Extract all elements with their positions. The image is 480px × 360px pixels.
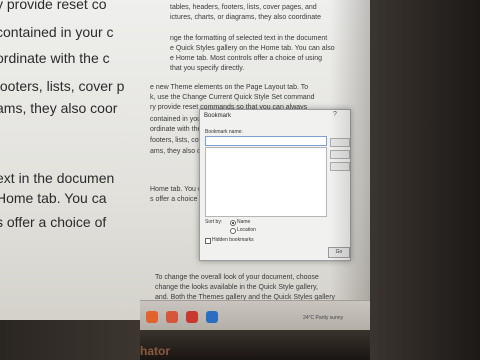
doc-small-line: To change the overall look of your docum… xyxy=(155,274,319,281)
sort-name-radio[interactable] xyxy=(230,220,236,226)
doc-text-line: ext in the documen xyxy=(0,170,115,186)
sort-name-label: Name xyxy=(237,219,251,225)
shadow-overlay xyxy=(330,0,370,320)
laptop-bezel xyxy=(140,330,370,360)
sort-location-radio[interactable] xyxy=(230,228,236,234)
hidden-bookmarks-checkbox[interactable] xyxy=(205,238,211,244)
doc-small-line: ictures, charts, or diagrams, they also … xyxy=(170,14,321,21)
hidden-bookmarks-label: Hidden bookmarks xyxy=(212,237,254,243)
doc-small-line: that you specify directly. xyxy=(170,65,245,72)
doc-small-line: e Quick Styles gallery on the Home tab. … xyxy=(170,45,335,52)
word-icon[interactable] xyxy=(206,311,218,323)
photo-frame: y provide reset co contained in your c o… xyxy=(0,0,480,360)
doc-text-line: footers, lists, cover p xyxy=(0,78,125,94)
doc-text-line: Home tab. You ca xyxy=(0,190,107,206)
taskbar: 24°C Partly sunny xyxy=(140,300,370,331)
doc-small-line: e Home tab. Most controls offer a choice… xyxy=(170,55,323,62)
doc-text-line: contained in your c xyxy=(0,24,114,40)
doc-small-line: change the looks available in the Quick … xyxy=(155,284,318,291)
bookmark-dialog: Bookmark ? Bookmark name: Sort by: Name … xyxy=(199,109,351,261)
bookmark-list[interactable] xyxy=(205,147,327,217)
sort-location-label: Location xyxy=(237,227,256,233)
sort-by-label: Sort by: xyxy=(205,219,223,225)
bookmark-name-label: Bookmark name: xyxy=(205,129,243,135)
bookmark-name-input[interactable] xyxy=(205,136,327,146)
doc-text-line: y provide reset co xyxy=(0,0,107,12)
brand-logo: hator xyxy=(140,344,170,358)
app-icon[interactable] xyxy=(146,311,158,323)
doc-small-line: tables, headers, footers, lists, cover p… xyxy=(170,4,317,11)
app-icon[interactable] xyxy=(166,311,178,323)
doc-text-line: ams, they also coor xyxy=(0,100,118,116)
doc-small-line: nge the formatting of selected text in t… xyxy=(170,35,328,42)
right-background xyxy=(370,0,480,360)
document-screen: y provide reset co contained in your c o… xyxy=(0,0,370,320)
doc-text-line: ordinate with the c xyxy=(0,50,110,66)
app-icon[interactable] xyxy=(186,311,198,323)
doc-small-line: e new Theme elements on the Page Layout … xyxy=(150,84,309,91)
doc-text-line: s offer a choice of xyxy=(0,214,107,230)
dialog-title: Bookmark xyxy=(204,113,232,119)
doc-small-line: k, use the Change Current Quick Style Se… xyxy=(150,94,315,101)
weather-status[interactable]: 24°C Partly sunny xyxy=(303,315,343,321)
